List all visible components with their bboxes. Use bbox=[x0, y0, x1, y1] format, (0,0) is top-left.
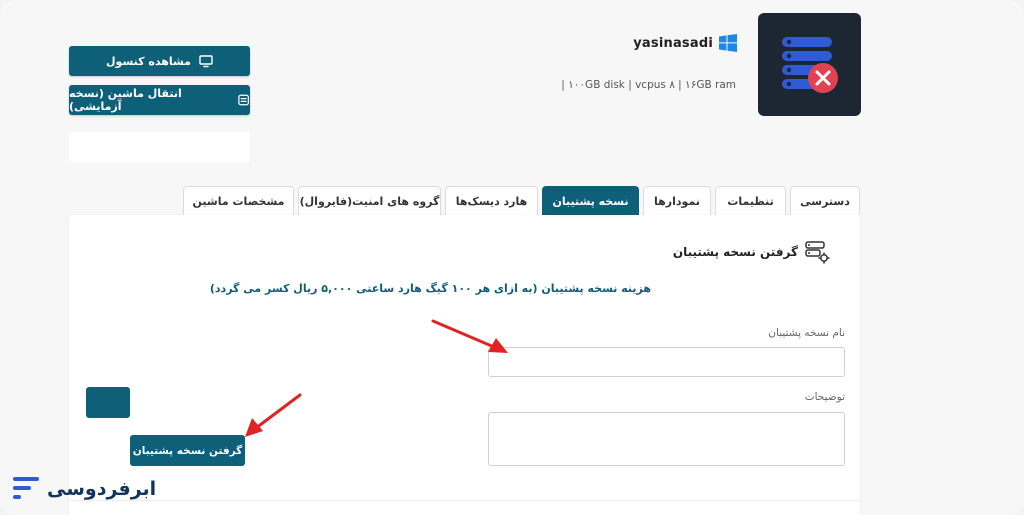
machine-tabs: دسترسی تنظیمات نمودارها نسخه پشتیبان هار… bbox=[183, 186, 860, 215]
brand-name: ابرفردوسی bbox=[47, 478, 157, 500]
backup-name-label: نام نسخه پشتیبان bbox=[768, 327, 845, 339]
view-console-label: مشاهده کنسول bbox=[106, 54, 191, 68]
small-action-button[interactable] bbox=[86, 387, 130, 418]
tab-disks[interactable]: هارد دیسک‌ها bbox=[445, 186, 538, 215]
take-backup-label: گرفتن نسخه پشتیبان bbox=[132, 444, 243, 457]
tab-access[interactable]: دسترسی bbox=[790, 186, 860, 215]
annotation-arrow-button bbox=[245, 393, 302, 437]
server-settings-icon bbox=[805, 241, 830, 264]
migrate-machine-button[interactable]: انتقال ماشین (نسخه آزمایشی) bbox=[69, 85, 250, 115]
section-title: گرفتن نسخه پشتیبان bbox=[673, 239, 830, 265]
backup-panel: گرفتن نسخه پشتیبان هزینه نسخه پشتیبان (ب… bbox=[69, 215, 860, 515]
description-textarea[interactable] bbox=[488, 412, 845, 466]
brand-mark-icon bbox=[13, 477, 39, 499]
server-error-icon bbox=[782, 37, 838, 93]
backup-name-input[interactable] bbox=[488, 347, 845, 377]
take-backup-button[interactable]: گرفتن نسخه پشتیبان bbox=[130, 435, 245, 466]
annotation-arrow-input bbox=[431, 319, 508, 353]
tab-charts[interactable]: نمودارها bbox=[643, 186, 711, 215]
tab-machine-specs[interactable]: مشخصات ماشین bbox=[183, 186, 294, 215]
section-title-text: گرفتن نسخه پشتیبان bbox=[672, 245, 798, 259]
tab-backup[interactable]: نسخه پشتیبان bbox=[542, 186, 639, 215]
monitor-icon bbox=[199, 55, 213, 68]
brand-logo: ابرفردوسی bbox=[11, 474, 156, 504]
server-specs: | ۱۰۰GB disk | vcpus ۸ | ۱۶GB ram bbox=[561, 79, 736, 91]
divider bbox=[69, 500, 860, 501]
description-label: توضیحات bbox=[804, 391, 845, 403]
blank-card bbox=[69, 132, 250, 162]
server-name-text: yasinasadi bbox=[633, 35, 713, 51]
server-thumbnail bbox=[758, 13, 861, 116]
windows-icon bbox=[719, 34, 737, 52]
view-console-button[interactable]: مشاهده کنسول bbox=[69, 46, 250, 76]
tab-settings[interactable]: تنظیمات bbox=[715, 186, 786, 215]
page: yasinasadi | ۱۰۰GB disk | vcpus ۸ | ۱۶GB… bbox=[0, 0, 1024, 515]
migrate-icon bbox=[238, 94, 249, 106]
tab-firewall[interactable]: گروه های امنیت(فایروال) bbox=[298, 186, 441, 215]
server-name: yasinasadi bbox=[633, 34, 737, 52]
backup-cost-notice: هزینه نسخه پشتیبان (به ازای هر ۱۰۰ گیگ ه… bbox=[209, 282, 651, 295]
migrate-machine-label: انتقال ماشین (نسخه آزمایشی) bbox=[69, 87, 182, 113]
